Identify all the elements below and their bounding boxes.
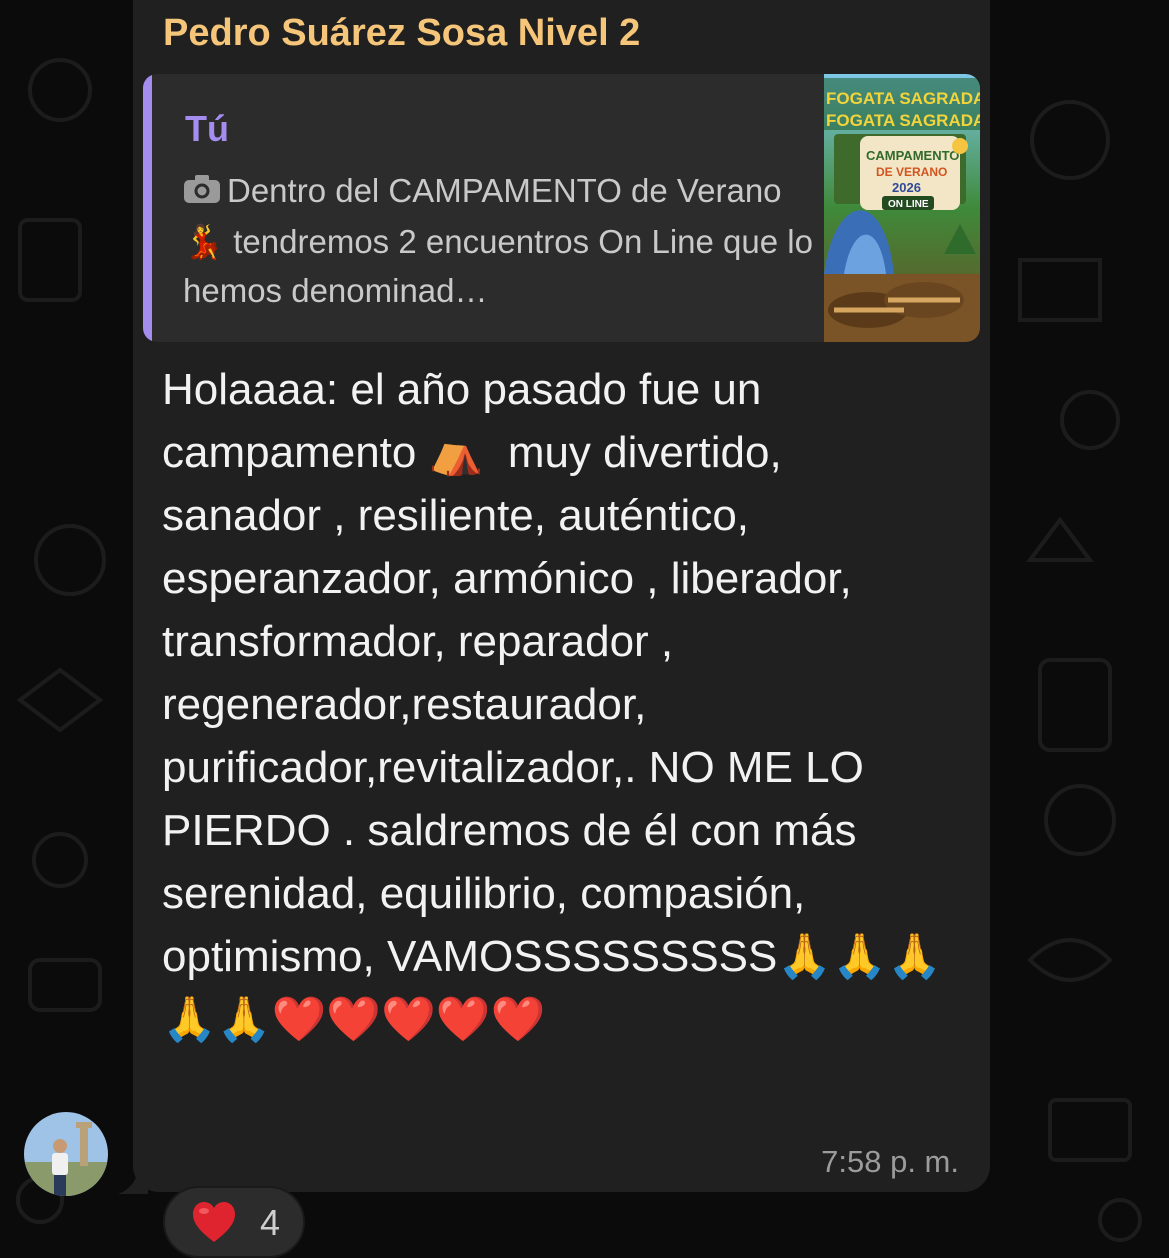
reply-preview-text: Dentro del CAMPAMENTO de Verano 💃 tendre… [183, 172, 813, 309]
reply-author: Tú [185, 108, 229, 149]
thumb-year: 2026 [892, 180, 921, 195]
quoted-reply[interactable]: Tú Dentro del CAMPAMENTO de Verano 💃 ten… [143, 74, 980, 342]
thumb-online: ON LINE [888, 199, 929, 210]
camera-icon [183, 168, 221, 217]
sender-name[interactable]: Pedro Suárez Sosa Nivel 2 [163, 12, 640, 55]
reaction-count: 4 [260, 1202, 281, 1243]
reply-accent-bar [143, 74, 152, 342]
sender-avatar[interactable] [24, 1112, 134, 1196]
heart-emoji [191, 1200, 237, 1249]
thumb-verano: DE VERANO [876, 165, 947, 179]
reply-thumbnail[interactable]: FOGATA SAGRADA O FOGATA SAGRADA 3 CAMPAM… [824, 74, 980, 342]
thumb-campamento: CAMPAMENTO [866, 148, 959, 163]
reply-preview: Dentro del CAMPAMENTO de Verano 💃 tendre… [183, 166, 813, 315]
thumb-title-2: FOGATA SAGRADA 3 [826, 111, 980, 130]
reaction-pill[interactable]: 4 [163, 1186, 305, 1258]
message-text: Holaaaa: el año pasado fue un campamento… [162, 365, 942, 1044]
message-timestamp: 7:58 p. m. [821, 1144, 959, 1179]
thumb-title-1: FOGATA SAGRADA O [826, 89, 980, 108]
